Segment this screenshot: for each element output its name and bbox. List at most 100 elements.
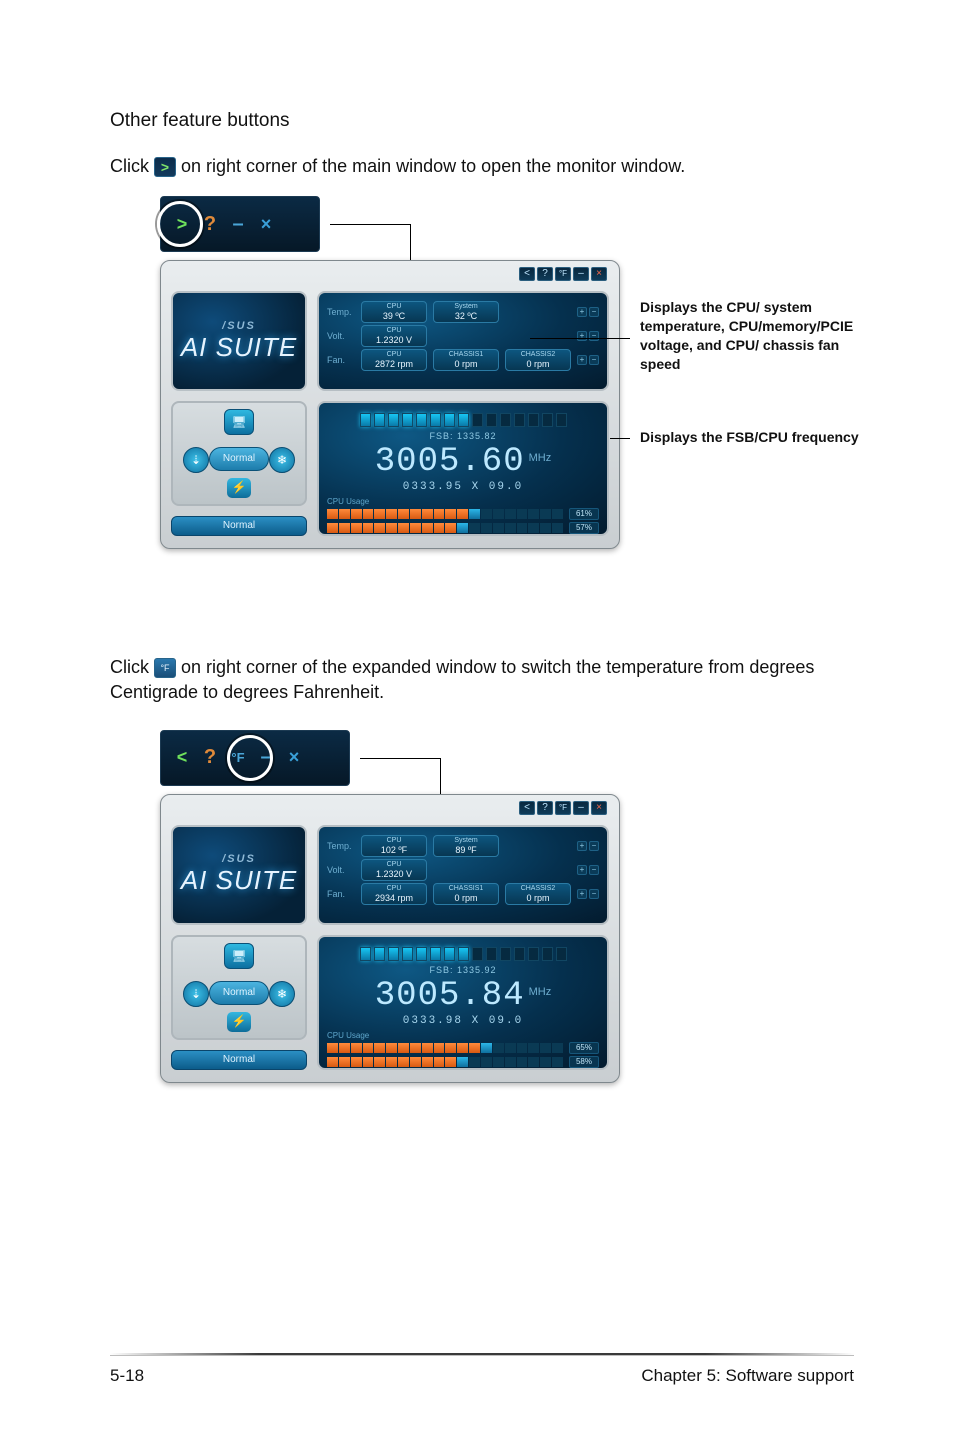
multiplier-value: 0333.98 X 09.0 [403,1015,523,1027]
chassis2-fan-pill: CHASSIS20 rpm [505,349,571,371]
page-footer: 5-18 Chapter 5: Software support [110,1355,854,1386]
row-label-temp: Temp. [327,307,355,317]
system-temp-pill: System89 ºF [433,835,499,857]
mode-power-icon[interactable]: ⚡ [227,1012,251,1032]
callout-freq: Displays the FSB/CPU frequency [640,428,860,447]
minimize-button[interactable]: – [573,801,589,815]
plus-button[interactable]: + [577,889,587,899]
cpu-volt-pill: CPU1.2320 V [361,325,427,347]
help-button[interactable]: ? [537,267,553,281]
text: Click [110,657,154,677]
help-icon: ? [199,747,221,769]
minus-button[interactable]: − [589,331,599,341]
callout-monitor: Displays the CPU/ system temperature, CP… [640,298,860,374]
collapse-button[interactable]: < [519,801,535,815]
system-temp-pill: System32 ºC [433,301,499,323]
leader-line [360,758,440,759]
row-label-volt: Volt. [327,331,355,341]
titlebar-zoom-group: < ? °F – × [160,730,350,786]
cpu-usage-label: CPU Usage [327,1031,369,1040]
ai-suite-window: < ? °F – × /SUS AI SUITE Normal [160,260,620,549]
cpu-fan-pill: CPU2872 rpm [361,349,427,371]
callout-line [610,438,630,439]
window-titlebar: < ? °F – × [519,267,607,281]
fsb-value: 1335.82 [457,431,497,441]
unit-toggle-button[interactable]: °F [555,267,571,281]
freq-ticks [360,413,567,427]
frequency-panel: FSB: 1335.92 3005.84MHz 0333.98 X 09.0 C… [317,935,609,1070]
cpu-usage-bar-1 [327,1043,563,1053]
minimize-icon: – [227,213,249,235]
leader-line [330,224,410,225]
text: Click [110,156,154,176]
freq-unit: MHz [529,975,552,1009]
minus-button[interactable]: − [589,841,599,851]
highlight-circle [227,735,273,781]
minus-button[interactable]: − [589,307,599,317]
unit-toggle-icon [154,658,176,678]
mode-cool-icon[interactable] [269,981,295,1007]
plus-button[interactable]: + [577,307,587,317]
mode-power-icon[interactable]: ⚡ [227,478,251,498]
monitor-panel: Temp. CPU102 ºF System89 ºF +− Volt. CPU… [317,825,609,925]
mode-label[interactable]: Normal [209,981,269,1005]
cpu-usage-bar-2 [327,1057,563,1067]
mode-down-icon[interactable] [183,981,209,1007]
mode-down-icon[interactable] [183,447,209,473]
freq-ticks [360,947,567,961]
cpu-fan-pill: CPU2934 rpm [361,883,427,905]
multiplier-value: 0333.95 X 09.0 [403,481,523,493]
titlebar-zoom-group: > ? – × [160,196,320,252]
row-label-temp: Temp. [327,841,355,851]
cpu-freq-value: 3005.60 [375,445,525,479]
highlight-circle [157,201,203,247]
close-icon: × [283,747,305,769]
mode-monitor-icon[interactable] [224,409,254,435]
row-label-fan: Fan. [327,889,355,899]
mode-label[interactable]: Normal [209,447,269,471]
cpu-usage-bar-1 [327,509,563,519]
cpu-temp-pill: CPU102 ºF [361,835,427,857]
minus-button[interactable]: − [589,865,599,875]
close-button[interactable]: × [591,801,607,815]
minimize-button[interactable]: – [573,267,589,281]
intro-line-2: Click on right corner of the expanded wi… [110,655,854,704]
cpu-usage-2-pct: 57% [569,522,599,534]
monitor-panel: Temp. CPU39 ºC System32 ºC +− Volt. CPU1… [317,291,609,391]
callout-line [530,338,630,339]
status-bar: Normal [171,1050,307,1070]
frequency-panel: FSB: 1335.82 3005.60MHz 0333.95 X 09.0 C… [317,401,609,536]
minus-button[interactable]: − [589,889,599,899]
page-number: 5-18 [110,1366,144,1386]
mode-panel: Normal ⚡ [171,401,307,506]
close-button[interactable]: × [591,267,607,281]
plus-button[interactable]: + [577,865,587,875]
chassis2-fan-pill: CHASSIS20 rpm [505,883,571,905]
mode-cool-icon[interactable] [269,447,295,473]
brand-logo: /SUS [222,853,256,865]
cpu-usage-1-pct: 61% [569,508,599,520]
unit-toggle-button[interactable]: °F [555,801,571,815]
brand-logo: /SUS [222,320,256,332]
minus-button[interactable]: − [589,355,599,365]
plus-button[interactable]: + [577,331,587,341]
freq-unit: MHz [529,441,552,475]
cpu-freq-value: 3005.84 [375,979,525,1013]
mode-monitor-icon[interactable] [224,943,254,969]
help-button[interactable]: ? [537,801,553,815]
text: on right corner of the expanded window t… [110,657,814,701]
expand-arrow-icon [154,157,176,177]
status-bar: Normal [171,516,307,536]
collapse-button[interactable]: < [519,267,535,281]
row-label-volt: Volt. [327,865,355,875]
fsb-label: FSB: [429,965,453,975]
plus-button[interactable]: + [577,355,587,365]
brand-name: AI SUITE [181,332,297,363]
intro-line-1: Click on right corner of the main window… [110,154,854,178]
row-label-fan: Fan. [327,355,355,365]
brand-panel: /SUS AI SUITE [171,825,307,925]
plus-button[interactable]: + [577,841,587,851]
brand-panel: /SUS AI SUITE [171,291,307,391]
text: on right corner of the main window to op… [181,156,685,176]
close-icon: × [255,213,277,235]
